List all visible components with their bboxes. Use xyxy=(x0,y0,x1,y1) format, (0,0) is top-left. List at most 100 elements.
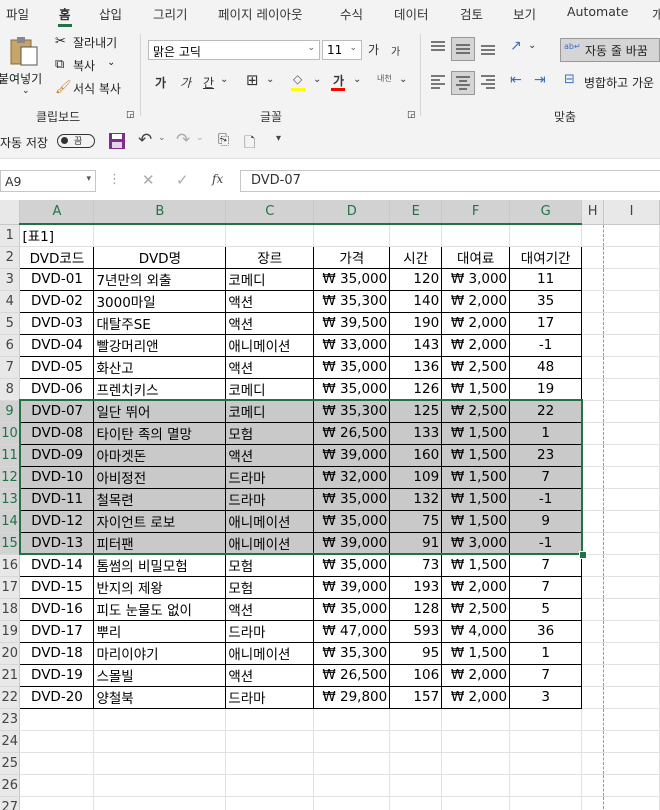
cell-c4[interactable]: 액션 xyxy=(225,289,315,313)
cell-i19[interactable] xyxy=(603,620,660,643)
cell-f2[interactable]: 대여료 xyxy=(441,245,511,269)
cell-d14[interactable]: ₩ 35,000 xyxy=(313,509,391,533)
cell-f11[interactable]: ₩ 1,500 xyxy=(441,443,511,467)
cell-h12[interactable] xyxy=(581,466,605,489)
cell-c10[interactable]: 모험 xyxy=(225,421,315,445)
cell-g5[interactable]: 17 xyxy=(509,311,583,335)
new-file-icon[interactable]: 🗋 xyxy=(244,132,255,156)
cell-b2[interactable]: DVD명 xyxy=(93,245,227,269)
cell-f27[interactable] xyxy=(441,796,511,810)
cell-h11[interactable] xyxy=(581,444,605,467)
fill-color-icon[interactable]: ◇ xyxy=(293,72,302,86)
column-header-e[interactable]: E xyxy=(389,200,443,225)
cell-a4[interactable]: DVD-02 xyxy=(19,289,95,313)
row-header[interactable]: 21 xyxy=(0,664,21,687)
cell-f21[interactable]: ₩ 2,000 xyxy=(441,663,511,687)
column-header-g[interactable]: G xyxy=(509,200,583,225)
cell-c13[interactable]: 드라마 xyxy=(225,487,315,511)
cell-a13[interactable]: DVD-11 xyxy=(19,487,95,511)
row-header[interactable]: 16 xyxy=(0,554,21,577)
select-all-corner[interactable] xyxy=(0,200,21,225)
increase-indent-icon[interactable]: ⇥ xyxy=(534,72,546,88)
cell-f8[interactable]: ₩ 1,500 xyxy=(441,377,511,401)
font-size-combo[interactable]: 11 ⌄ xyxy=(322,40,362,60)
cell-g18[interactable]: 5 xyxy=(509,597,583,621)
cell-b19[interactable]: 뿌리 xyxy=(93,619,227,643)
cell-f1[interactable] xyxy=(441,224,511,247)
cell-a8[interactable]: DVD-06 xyxy=(19,377,95,401)
row-header[interactable]: 10 xyxy=(0,422,21,445)
tab-data[interactable]: 데이터 xyxy=(394,4,429,23)
cell-h26[interactable] xyxy=(581,774,605,797)
cell-a22[interactable]: DVD-20 xyxy=(19,685,95,709)
column-header-h[interactable]: H xyxy=(581,200,605,225)
cell-c16[interactable]: 모험 xyxy=(225,553,315,577)
phonetic-guide-button[interactable]: 내천 xyxy=(377,73,392,84)
cell-b14[interactable]: 자이언트 로보 xyxy=(93,509,227,533)
cell-f22[interactable]: ₩ 2,000 xyxy=(441,685,511,709)
shrink-font-button[interactable]: 가 xyxy=(391,43,400,58)
row-header[interactable]: 20 xyxy=(0,642,21,665)
chevron-down-icon[interactable]: ⌄ xyxy=(196,133,204,143)
cell-b26[interactable] xyxy=(93,774,227,797)
cell-h7[interactable] xyxy=(581,356,605,379)
cell-b4[interactable]: 3000마일 xyxy=(93,289,227,313)
cell-a5[interactable]: DVD-03 xyxy=(19,311,95,335)
cell-a24[interactable] xyxy=(19,730,95,753)
cell-d27[interactable] xyxy=(313,796,391,810)
row-header[interactable]: 11 xyxy=(0,444,21,467)
cell-h24[interactable] xyxy=(581,730,605,753)
cell-f24[interactable] xyxy=(441,730,511,753)
cell-i5[interactable] xyxy=(603,312,660,335)
cell-d19[interactable]: ₩ 47,000 xyxy=(313,619,391,643)
cell-e18[interactable]: 128 xyxy=(389,597,443,621)
cell-c7[interactable]: 액션 xyxy=(225,355,315,379)
cell-c19[interactable]: 드라마 xyxy=(225,619,315,643)
cell-a26[interactable] xyxy=(19,774,95,797)
row-header[interactable]: 15 xyxy=(0,532,21,555)
save-icon[interactable] xyxy=(108,132,126,150)
cell-d11[interactable]: ₩ 39,000 xyxy=(313,443,391,467)
cell-g9[interactable]: 22 xyxy=(509,399,583,423)
paste-button[interactable]: 붙여넣기 ⌄ xyxy=(0,32,50,98)
cell-a27[interactable] xyxy=(19,796,95,810)
cell-g26[interactable] xyxy=(509,774,583,797)
align-middle-icon[interactable] xyxy=(451,37,475,61)
cell-c22[interactable]: 드라마 xyxy=(225,685,315,709)
touch-mode-icon[interactable]: ⎘ xyxy=(218,132,229,148)
cell-i24[interactable] xyxy=(603,730,660,753)
cell-e1[interactable] xyxy=(389,224,443,247)
cell-a11[interactable]: DVD-09 xyxy=(19,443,95,467)
cell-h8[interactable] xyxy=(581,378,605,401)
cell-a15[interactable]: DVD-13 xyxy=(19,531,95,555)
cell-g20[interactable]: 1 xyxy=(509,641,583,665)
orientation-icon[interactable]: ↗ xyxy=(510,38,522,54)
cell-e20[interactable]: 95 xyxy=(389,641,443,665)
cell-g24[interactable] xyxy=(509,730,583,753)
cell-b20[interactable]: 마리이야기 xyxy=(93,641,227,665)
cell-b12[interactable]: 아비정전 xyxy=(93,465,227,489)
cell-g6[interactable]: -1 xyxy=(509,333,583,357)
cell-e9[interactable]: 125 xyxy=(389,399,443,423)
cell-b22[interactable]: 양철북 xyxy=(93,685,227,709)
cell-a16[interactable]: DVD-14 xyxy=(19,553,95,577)
row-header[interactable]: 7 xyxy=(0,356,21,379)
cell-d17[interactable]: ₩ 39,000 xyxy=(313,575,391,599)
cell-i23[interactable] xyxy=(603,708,660,731)
cell-a25[interactable] xyxy=(19,752,95,775)
cell-d1[interactable] xyxy=(313,224,391,247)
tab-home[interactable]: 홈 xyxy=(59,4,71,23)
tab-developer[interactable]: 개 xyxy=(652,4,660,23)
chevron-down-icon[interactable]: ⌄ xyxy=(399,74,407,85)
cell-h27[interactable] xyxy=(581,796,605,810)
cell-i9[interactable] xyxy=(603,400,660,423)
row-header[interactable]: 19 xyxy=(0,620,21,643)
chevron-down-icon[interactable]: ⌄ xyxy=(528,40,536,51)
chevron-down-icon[interactable]: ⌄ xyxy=(266,74,274,85)
cell-c3[interactable]: 코메디 xyxy=(225,267,315,291)
row-header[interactable]: 8 xyxy=(0,378,21,401)
cell-g4[interactable]: 35 xyxy=(509,289,583,313)
align-bottom-icon[interactable] xyxy=(478,38,498,58)
tab-draw[interactable]: 그리기 xyxy=(153,4,188,23)
cell-i14[interactable] xyxy=(603,510,660,533)
